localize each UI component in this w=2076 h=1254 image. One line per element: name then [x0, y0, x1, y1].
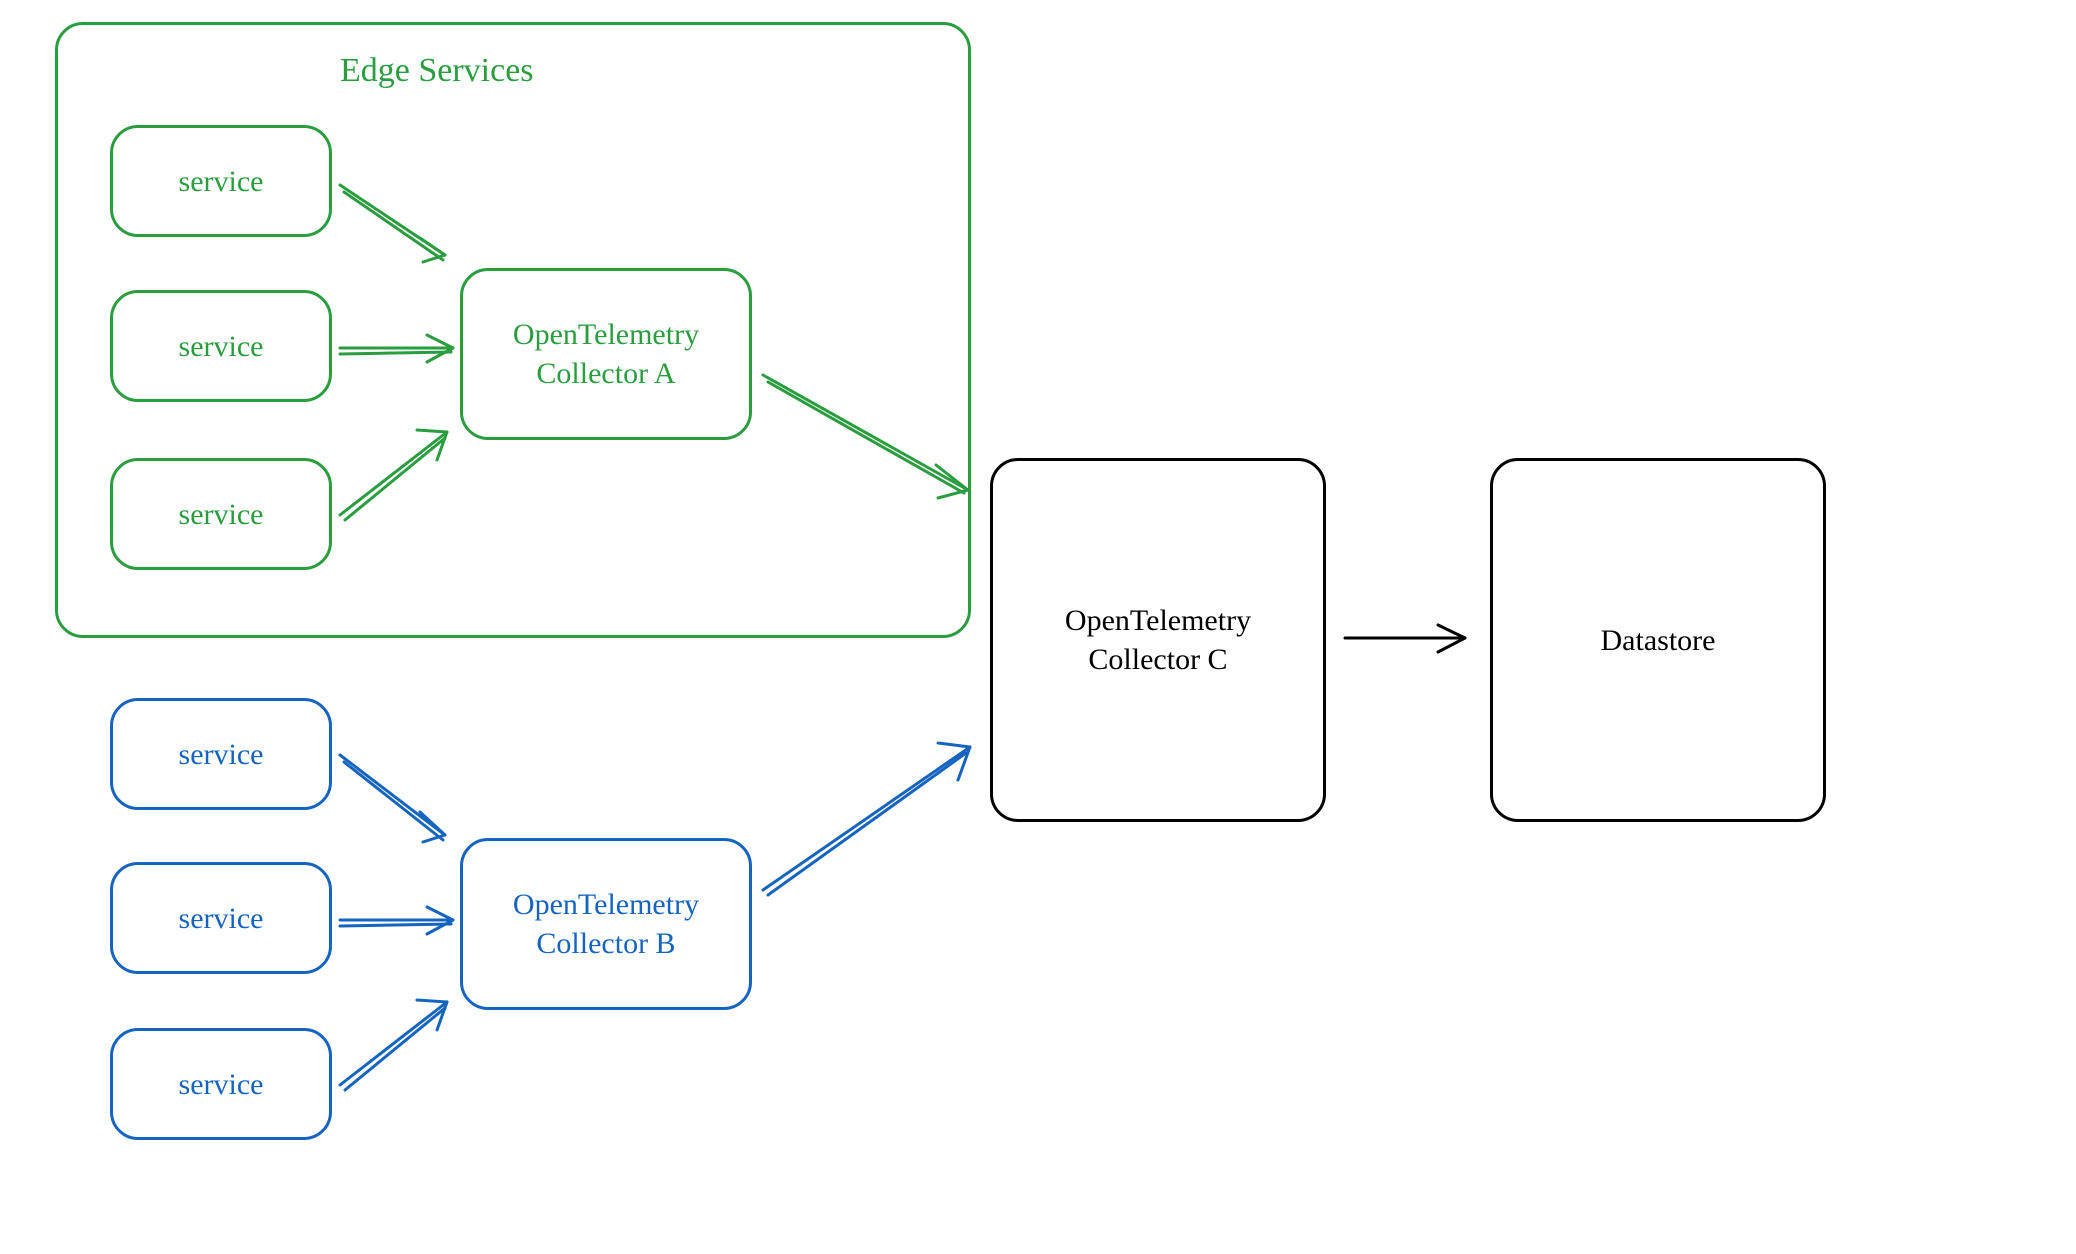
- collector-a: OpenTelemetry Collector A: [460, 268, 752, 440]
- green-service-1: service: [110, 125, 332, 237]
- green-service-3: service: [110, 458, 332, 570]
- arrow-blue-s1-to-b: [335, 750, 465, 860]
- edge-services-title: Edge Services: [340, 52, 534, 90]
- collector-b: OpenTelemetry Collector B: [460, 838, 752, 1010]
- datastore-box: Datastore: [1490, 458, 1826, 822]
- arrow-c-to-datastore: [1340, 620, 1480, 660]
- collector-c: OpenTelemetry Collector C: [990, 458, 1326, 822]
- arrow-blue-s2-to-b: [335, 902, 465, 942]
- blue-service-1: service: [110, 698, 332, 810]
- blue-service-3: service: [110, 1028, 332, 1140]
- arrow-b-to-c: [758, 735, 988, 905]
- green-service-2: service: [110, 290, 332, 402]
- arrow-blue-s3-to-b: [335, 990, 465, 1100]
- blue-service-2: service: [110, 862, 332, 974]
